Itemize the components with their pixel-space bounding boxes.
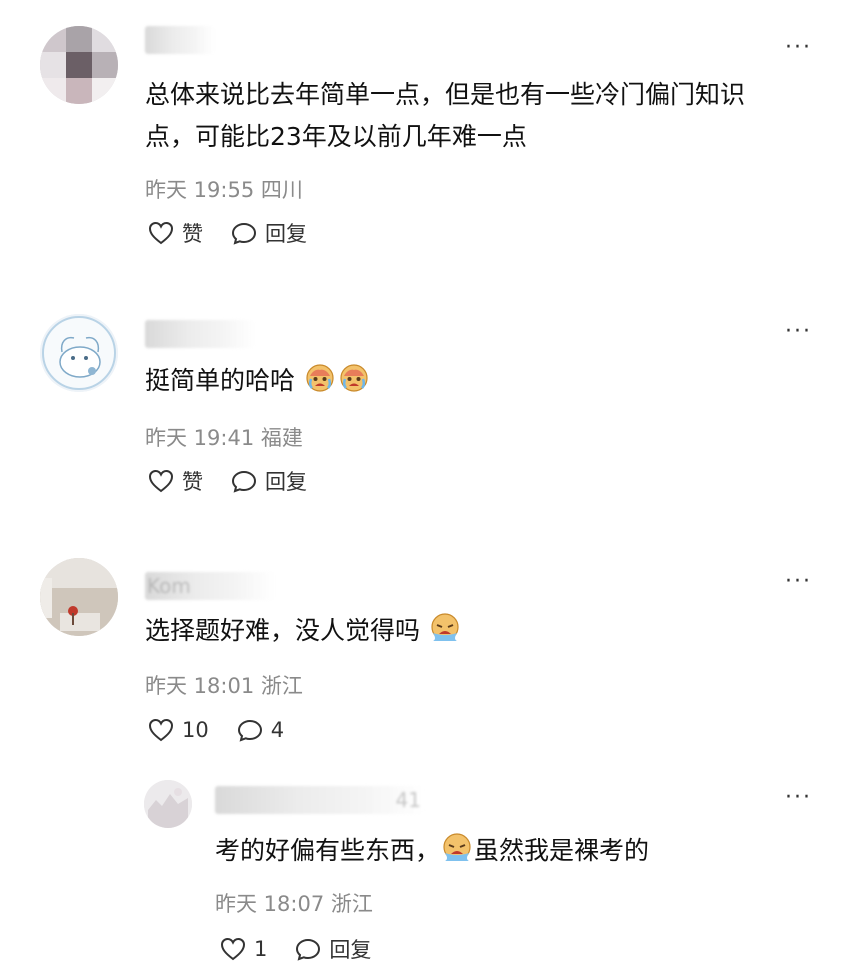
comment-actions: 赞 回复 <box>148 218 335 248</box>
crying-face-emoji-icon <box>338 361 370 406</box>
reply-text-after: 虽然我是裸考的 <box>474 836 650 865</box>
comment-meta: 昨天 19:55 四川 <box>145 174 303 204</box>
reply-button[interactable]: 回复 <box>231 466 307 496</box>
heart-icon <box>148 469 174 493</box>
reply-count: 4 <box>270 718 285 742</box>
heart-icon <box>148 718 174 742</box>
username-blurred[interactable] <box>145 26 215 54</box>
comment-actions: 赞 回复 <box>148 466 335 496</box>
like-button[interactable]: 1 <box>220 937 267 961</box>
reply-button[interactable]: 回复 <box>295 934 371 964</box>
location: 浙江 <box>260 674 303 698</box>
reply-label: 回复 <box>265 470 307 494</box>
comment-actions: 10 4 <box>148 718 312 742</box>
avatar[interactable] <box>40 314 118 392</box>
reply-button[interactable]: 回复 <box>231 218 307 248</box>
like-label: 赞 <box>182 222 203 246</box>
chat-bubble-icon <box>237 719 262 742</box>
more-options-icon[interactable]: ··· <box>785 37 812 59</box>
username-blurred[interactable]: 41 <box>215 786 425 814</box>
avatar[interactable] <box>40 26 118 104</box>
comment-text: 总体来说比去年简单一点，但是也有一些冷门偏门知识 点，可能比23年及以前几年难一… <box>145 74 745 158</box>
comment-meta: 昨天 18:01 浙江 <box>145 670 303 700</box>
crying-face-emoji-icon <box>429 611 461 656</box>
chat-bubble-icon <box>231 222 257 245</box>
timestamp: 昨天 19:41 <box>145 426 255 450</box>
comment-text-line: 总体来说比去年简单一点，但是也有一些冷门偏门知识 <box>145 80 746 109</box>
reply-label: 回复 <box>265 222 307 246</box>
comment-text: 挺简单的哈哈 <box>145 360 371 406</box>
like-button[interactable]: 10 <box>148 718 209 742</box>
chat-bubble-icon <box>231 470 257 493</box>
comment-text-body: 选择题好难，没人觉得吗 <box>145 616 421 645</box>
comment-text-body: 挺简单的哈哈 <box>145 366 296 395</box>
username-blurred[interactable] <box>145 320 255 348</box>
more-options-icon[interactable]: ··· <box>785 321 812 343</box>
location: 四川 <box>260 178 303 202</box>
like-count: 1 <box>254 937 268 961</box>
timestamp: 昨天 19:55 <box>145 178 255 202</box>
reply-item: 41 ··· 考的好偏有些东西， 虽然我是裸考的 昨天 18:07 浙江 1 回… <box>0 770 852 966</box>
reply-text: 考的好偏有些东西， 虽然我是裸考的 <box>215 830 649 876</box>
reply-actions: 1 回复 <box>220 934 399 964</box>
comment-item: Kom ··· 选择题好难，没人觉得吗 昨天 18:01 浙江 10 4 <box>0 550 852 770</box>
chat-bubble-icon <box>296 938 321 961</box>
location: 浙江 <box>330 892 373 916</box>
more-options-icon[interactable]: ··· <box>785 787 812 809</box>
like-button[interactable]: 赞 <box>148 218 203 248</box>
username-blurred[interactable]: Kom <box>145 572 275 600</box>
crying-face-emoji-icon <box>304 361 336 406</box>
reply-meta: 昨天 18:07 浙江 <box>215 888 373 918</box>
heart-icon <box>220 937 246 961</box>
avatar[interactable] <box>144 780 192 828</box>
crying-face-emoji-icon <box>441 831 473 876</box>
comment-text-line: 点，可能比23年及以前几年难一点 <box>145 122 527 151</box>
like-label: 赞 <box>182 470 203 494</box>
reply-text-before: 考的好偏有些东西， <box>215 836 441 865</box>
comment-item: ··· 总体来说比去年简单一点，但是也有一些冷门偏门知识 点，可能比23年及以前… <box>0 0 852 270</box>
like-count: 10 <box>182 718 209 742</box>
timestamp: 昨天 18:07 <box>215 892 325 916</box>
comment-item: ··· 挺简单的哈哈 昨天 19:41 福建 赞 回复 <box>0 300 852 530</box>
location: 福建 <box>260 426 303 450</box>
comment-meta: 昨天 19:41 福建 <box>145 422 303 452</box>
avatar[interactable] <box>40 558 118 636</box>
reply-label: 回复 <box>329 938 372 962</box>
heart-icon <box>148 221 174 245</box>
more-options-icon[interactable]: ··· <box>785 571 812 593</box>
like-button[interactable]: 赞 <box>148 466 203 496</box>
comment-text: 选择题好难，没人觉得吗 <box>145 610 462 656</box>
timestamp: 昨天 18:01 <box>145 674 255 698</box>
reply-button[interactable]: 4 <box>237 718 284 742</box>
